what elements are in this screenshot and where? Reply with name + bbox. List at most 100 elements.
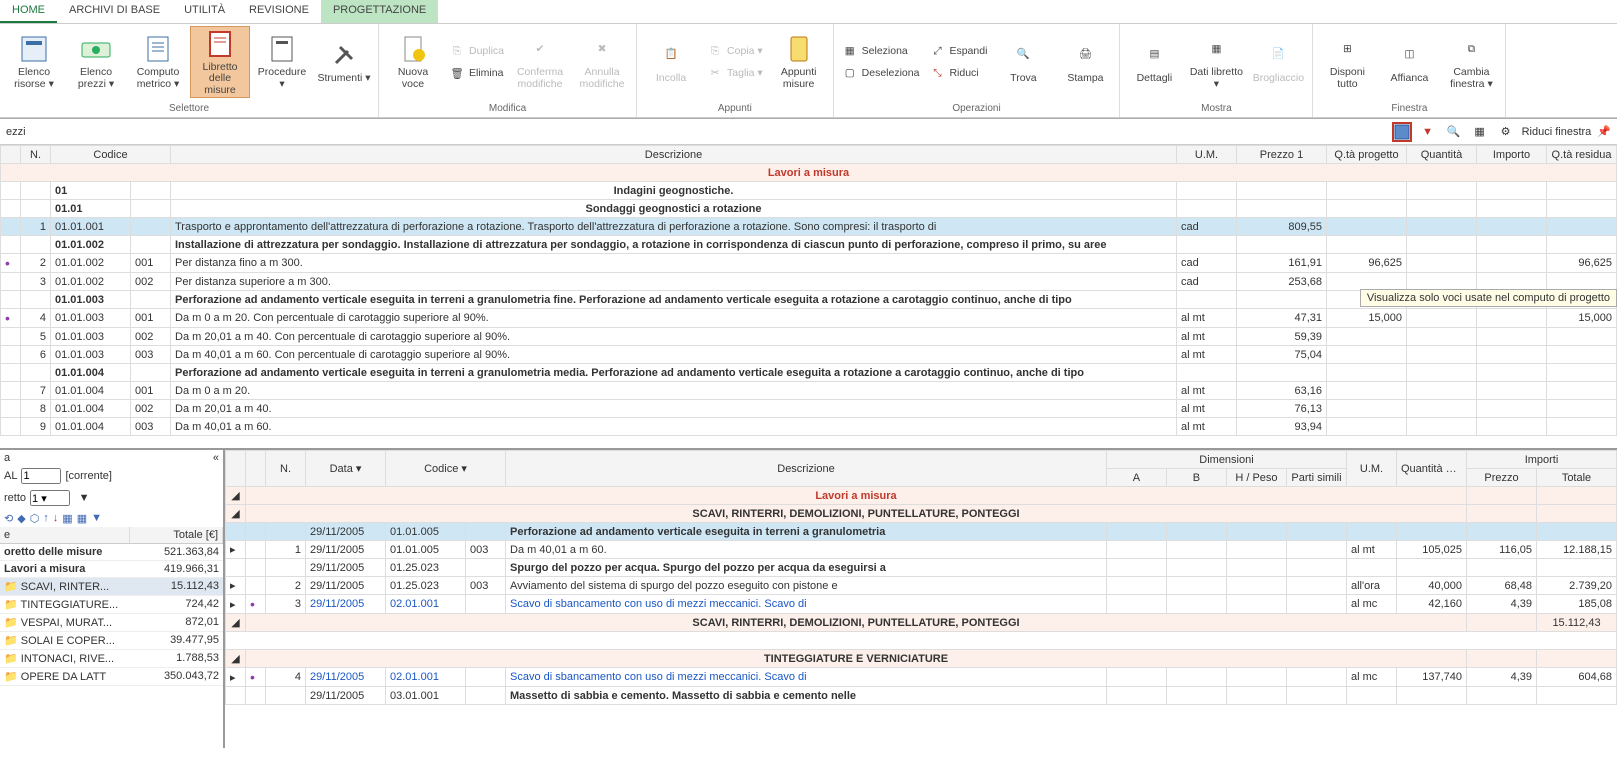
procedure-button[interactable]: Procedure ▾ (252, 26, 312, 98)
trova-button[interactable]: 🔍Trova (993, 26, 1053, 98)
riduci-button[interactable]: ⤡Riduci (925, 62, 991, 84)
table-row[interactable]: ◢SCAVI, RINTERRI, DEMOLIZIONI, PUNTELLAT… (226, 505, 1617, 523)
espandi-button[interactable]: ⤢Espandi (925, 40, 991, 62)
col-qres[interactable]: Q.tà residua (1547, 146, 1617, 164)
taglia-button[interactable]: ✂Taglia ▾ (703, 62, 767, 84)
table-row[interactable]: 01.01Sondaggi geognostici a rotazione (1, 200, 1617, 218)
bcol-qcalc[interactable]: Quantità calcolata (1397, 451, 1467, 487)
table-row[interactable] (226, 632, 1617, 650)
col-n[interactable]: N. (21, 146, 51, 164)
bcol-desc[interactable]: Descrizione (506, 451, 1107, 487)
table-row[interactable]: ▸•429/11/200502.01.001Scavo di sbancamen… (226, 668, 1617, 687)
tree-row[interactable]: 📁 TINTEGGIATURE...724,42 (0, 596, 223, 614)
al-input[interactable] (21, 468, 61, 484)
tool-up[interactable]: ↑ (43, 512, 49, 525)
pin-icon[interactable]: 📌 (1597, 125, 1611, 138)
tree-row[interactable]: 📁 INTONACI, RIVE...1.788,53 (0, 650, 223, 668)
tool-3[interactable]: ⬡ (30, 512, 40, 525)
elenco-risorse-button[interactable]: Elenco risorse ▾ (4, 26, 64, 98)
dati-libretto-button[interactable]: ▦Dati libretto ▾ (1186, 26, 1246, 98)
bottom-grid[interactable]: N. Data ▾ Codice ▾ Descrizione Dimension… (225, 450, 1617, 748)
filter-used-button[interactable] (1392, 122, 1412, 142)
settings-icon-button[interactable]: ⚙ (1496, 122, 1516, 142)
tool-2[interactable]: ◆ (17, 512, 25, 525)
table-row[interactable]: 801.01.004002Da m 20,01 a m 40.al mt76,1… (1, 400, 1617, 418)
tool-down[interactable]: ↓ (53, 512, 59, 525)
affianca-button[interactable]: ◫Affianca (1379, 26, 1439, 98)
table-row[interactable]: 901.01.004003Da m 40,01 a m 60.al mt93,9… (1, 418, 1617, 436)
col-prezzo1[interactable]: Prezzo 1 (1237, 146, 1327, 164)
bcol-importi[interactable]: Importi (1467, 451, 1617, 469)
filter-icon[interactable]: ▼ (74, 488, 94, 508)
table-row[interactable]: ▸129/11/200501.01.005003Da m 40,01 a m 6… (226, 541, 1617, 559)
tab-revisione[interactable]: REVISIONE (237, 0, 321, 23)
table-row[interactable]: 01Indagini geognostiche. (1, 182, 1617, 200)
tool-1[interactable]: ⟲ (4, 512, 13, 525)
tab-home[interactable]: HOME (0, 0, 57, 23)
computo-metrico-button[interactable]: Computo metrico ▾ (128, 26, 188, 98)
table-row[interactable]: ◢TINTEGGIATURE E VERNICIATURE (226, 650, 1617, 668)
col-descrizione[interactable]: Descrizione (171, 146, 1177, 164)
libretto-misure-button[interactable]: Libretto delle misure (190, 26, 250, 98)
col-codice[interactable]: Codice (51, 146, 171, 164)
col-qprog[interactable]: Q.tà progetto (1327, 146, 1407, 164)
stampa-button[interactable]: 🖨Stampa (1055, 26, 1115, 98)
disponi-tutto-button[interactable]: ⊞Disponi tutto (1317, 26, 1377, 98)
tree-row[interactable]: 📁 SOLAI E COPER...39.477,95 (0, 632, 223, 650)
config-icon-button[interactable]: ▦ (1470, 122, 1490, 142)
col-quantita[interactable]: Quantità (1407, 146, 1477, 164)
col-um[interactable]: U.M. (1177, 146, 1237, 164)
table-row[interactable]: ▸•329/11/200502.01.001Scavo di sbancamen… (226, 595, 1617, 614)
tab-utilita[interactable]: UTILITÀ (172, 0, 237, 23)
conferma-button[interactable]: ✔Conferma modifiche (510, 26, 570, 98)
side-collapse-button[interactable]: « (213, 452, 219, 464)
search-icon-button[interactable]: 🔍 (1444, 122, 1464, 142)
bcol-um[interactable]: U.M. (1347, 451, 1397, 487)
table-row[interactable]: 29/11/200503.01.001Massetto di sabbia e … (226, 687, 1617, 705)
tree[interactable]: eTotale [€] oretto delle misure521.363,8… (0, 527, 223, 748)
bcol-dim[interactable]: Dimensioni (1106, 451, 1346, 469)
table-row[interactable]: 01.01.004Perforazione ad andamento verti… (1, 364, 1617, 382)
tree-row[interactable]: 📁 VESPAI, MURAT...872,01 (0, 614, 223, 632)
table-row[interactable]: 301.01.002002Per distanza superiore a m … (1, 273, 1617, 291)
table-row[interactable]: 01.01.002Installazione di attrezzatura p… (1, 236, 1617, 254)
tab-progettazione[interactable]: PROGETTAZIONE (321, 0, 438, 23)
tree-row[interactable]: 📁 OPERE DA LATT350.043,72 (0, 668, 223, 686)
table-row[interactable]: 29/11/200501.25.023Spurgo del pozzo per … (226, 559, 1617, 577)
tree-row[interactable]: 📁 SCAVI, RINTER...15.112,43 (0, 578, 223, 596)
deseleziona-button[interactable]: ▢Deseleziona (838, 62, 924, 84)
duplica-button[interactable]: ⎘Duplica (445, 40, 508, 62)
bcol-data[interactable]: Data ▾ (306, 451, 386, 487)
nuova-voce-button[interactable]: Nuova voce (383, 26, 443, 98)
incolla-button[interactable]: 📋Incolla (641, 26, 701, 98)
table-row[interactable]: 29/11/200501.01.005Perforazione ad andam… (226, 523, 1617, 541)
brogliaccio-button[interactable]: 📄Brogliaccio (1248, 26, 1308, 98)
bcol-codice[interactable]: Codice ▾ (386, 451, 506, 487)
tool-4[interactable]: ▦ (62, 512, 72, 525)
tool-filter[interactable]: ▼ (91, 512, 102, 525)
filter-icon-button[interactable]: ▼ (1418, 122, 1438, 142)
riduci-finestra-button[interactable]: Riduci finestra (1522, 126, 1592, 138)
retto-input[interactable] (30, 490, 70, 506)
annulla-button[interactable]: ✖Annulla modifiche (572, 26, 632, 98)
table-row[interactable]: •201.01.002001Per distanza fino a m 300.… (1, 254, 1617, 273)
dettagli-button[interactable]: ▤Dettagli (1124, 26, 1184, 98)
copia-button[interactable]: ⎘Copia ▾ (703, 40, 767, 62)
table-row[interactable]: ◢Lavori a misura (226, 487, 1617, 505)
table-row[interactable]: Lavori a misura (1, 164, 1617, 182)
tab-archivi[interactable]: ARCHIVI DI BASE (57, 0, 172, 23)
table-row[interactable]: ▸229/11/200501.25.023003Avviamento del s… (226, 577, 1617, 595)
appunti-misure-button[interactable]: Appunti misure (769, 26, 829, 98)
strumenti-button[interactable]: Strumenti ▾ (314, 26, 374, 98)
table-row[interactable]: 701.01.004001Da m 0 a m 20.al mt63,16 (1, 382, 1617, 400)
elenco-prezzi-button[interactable]: Elenco prezzi ▾ (66, 26, 126, 98)
table-row[interactable]: 601.01.003003Da m 40,01 a m 60. Con perc… (1, 346, 1617, 364)
tree-row[interactable]: oretto delle misure521.363,84 (0, 544, 223, 561)
tool-5[interactable]: ▦ (77, 512, 87, 525)
table-row[interactable]: 101.01.001Trasporto e approntamento dell… (1, 218, 1617, 236)
cambia-finestra-button[interactable]: ⧉Cambia finestra ▾ (1441, 26, 1501, 98)
seleziona-button[interactable]: ▦Seleziona (838, 40, 924, 62)
table-row[interactable]: •401.01.003001Da m 0 a m 20. Con percent… (1, 309, 1617, 328)
table-row[interactable]: ◢SCAVI, RINTERRI, DEMOLIZIONI, PUNTELLAT… (226, 614, 1617, 632)
tree-row[interactable]: Lavori a misura419.966,31 (0, 561, 223, 578)
